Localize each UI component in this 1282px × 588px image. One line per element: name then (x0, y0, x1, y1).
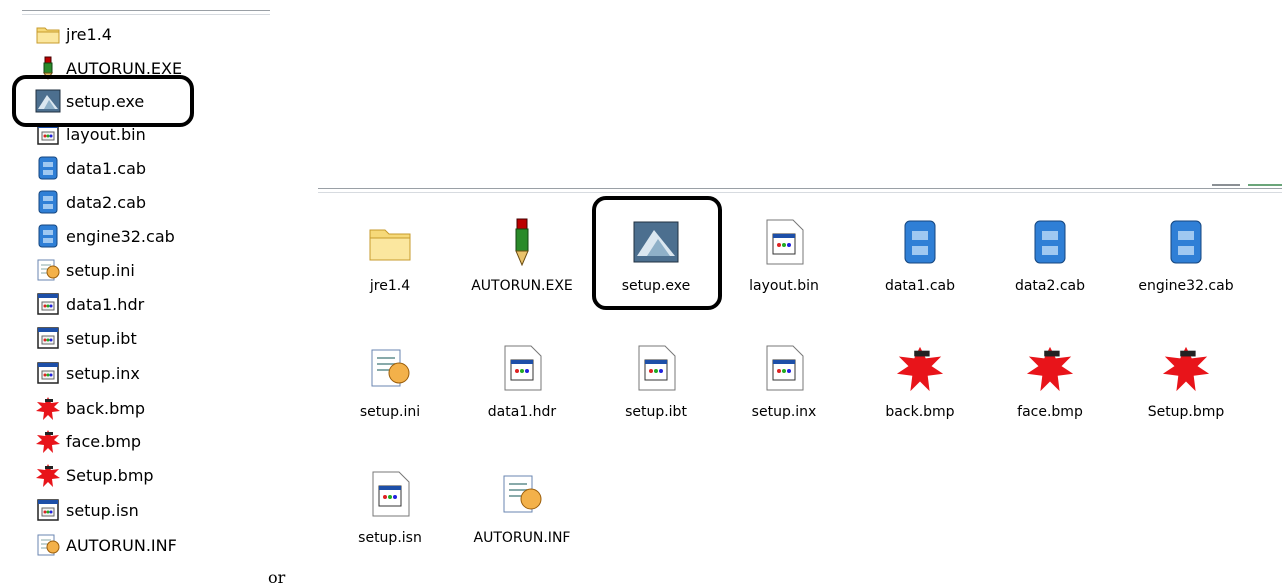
list-item-label: setup.isn (66, 500, 139, 520)
icon-item-label: layout.bin (749, 278, 819, 294)
icon-item-face-bmp[interactable]: face.bmp (990, 332, 1110, 442)
list-item-label: data1.hdr (66, 294, 145, 314)
icon-item-label: data2.cab (1014, 278, 1086, 294)
icon-item-setup-inx[interactable]: setup.inx (724, 332, 844, 442)
list-item-label: setup.ini (66, 260, 135, 280)
icon-item-label: engine32.cab (1138, 278, 1234, 294)
generic-file-icon (34, 497, 62, 523)
icon-item-label: data1.hdr (487, 404, 557, 420)
list-item-label: jre1.4 (66, 24, 112, 44)
icon-item-label: AUTORUN.EXE (471, 278, 573, 294)
autorun-exe-icon (497, 216, 547, 268)
cabinet-file-icon (1025, 216, 1075, 268)
list-item-label: setup.ibt (66, 328, 137, 348)
setup-exe-highlight-right (592, 196, 722, 310)
list-item-face-bmp[interactable]: face.bmp (34, 426, 141, 456)
list-item-back-bmp[interactable]: back.bmp (34, 393, 145, 423)
icon-item-data1-hdr[interactable]: data1.hdr (462, 332, 582, 442)
icon-item-data2-cab[interactable]: data2.cab (990, 206, 1110, 316)
generic-file-icon (34, 360, 62, 386)
icon-item-setup-bmp[interactable]: Setup.bmp (1126, 332, 1246, 442)
folder-icon (34, 21, 62, 47)
icon-item-jre14[interactable]: jre1.4 (330, 206, 450, 316)
icon-item-back-bmp[interactable]: back.bmp (860, 332, 980, 442)
list-item-label: Setup.bmp (66, 465, 154, 485)
icon-item-setup-ibt[interactable]: setup.ibt (596, 332, 716, 442)
icon-item-label: setup.isn (358, 530, 422, 546)
bitmap-paint-icon (34, 428, 62, 454)
list-item-setup-inx[interactable]: setup.inx (34, 358, 140, 388)
generic-file-icon (631, 342, 681, 394)
list-item-setup-bmp[interactable]: Setup.bmp (34, 460, 154, 490)
top-divider (22, 10, 270, 15)
list-item-label: setup.inx (66, 363, 140, 383)
list-item-setup-ibt[interactable]: setup.ibt (34, 323, 137, 353)
ini-settings-icon (34, 257, 62, 283)
list-item-jre14[interactable]: jre1.4 (34, 19, 112, 49)
icon-item-setup-ini[interactable]: setup.ini (330, 332, 450, 442)
setup-exe-highlight-left (12, 75, 194, 127)
icon-item-autorun-exe[interactable]: AUTORUN.EXE (462, 206, 582, 316)
list-item-data2-cab[interactable]: data2.cab (34, 187, 146, 217)
list-item-label: back.bmp (66, 398, 146, 418)
icon-item-label: data1.cab (884, 278, 956, 294)
list-item-data1-hdr[interactable]: data1.hdr (34, 289, 144, 319)
list-item-label: AUTORUN.INF (66, 535, 177, 555)
list-item-setup-ini[interactable]: setup.ini (34, 255, 135, 285)
icon-item-label: Setup.bmp (1147, 404, 1225, 420)
generic-file-icon (34, 325, 62, 351)
cabinet-file-icon (34, 155, 62, 181)
icon-item-engine32-cab[interactable]: engine32.cab (1126, 206, 1246, 316)
icon-item-label: setup.ibt (625, 404, 687, 420)
bitmap-paint-icon (895, 342, 945, 394)
cabinet-file-icon (34, 223, 62, 249)
cabinet-file-icon (895, 216, 945, 268)
ini-settings-icon (365, 342, 415, 394)
cabinet-file-icon (34, 189, 62, 215)
list-item-label: engine32.cab (66, 226, 175, 246)
list-item-label: data2.cab (66, 192, 147, 212)
separator-text: or (268, 568, 286, 587)
icon-item-label: AUTORUN.INF (473, 530, 571, 546)
generic-file-icon (365, 468, 415, 520)
icon-item-autorun-inf[interactable]: AUTORUN.INF (462, 458, 582, 568)
icon-item-setup-isn[interactable]: setup.isn (330, 458, 450, 568)
list-item-label: layout.bin (66, 124, 146, 144)
folder-icon (365, 216, 415, 268)
bitmap-paint-icon (34, 395, 62, 421)
ini-settings-icon (497, 468, 547, 520)
icon-item-label: face.bmp (1017, 404, 1083, 420)
list-item-label: face.bmp (66, 431, 142, 451)
window-edge-fragment (1212, 184, 1282, 186)
generic-file-icon (34, 291, 62, 317)
icon-view-divider (318, 188, 1282, 193)
list-item-label: data1.cab (66, 158, 147, 178)
cabinet-file-icon (1161, 216, 1211, 268)
ini-settings-icon (34, 532, 62, 558)
list-item-engine32-cab[interactable]: engine32.cab (34, 221, 175, 251)
generic-file-icon (759, 342, 809, 394)
icon-item-label: setup.inx (751, 404, 817, 420)
icon-item-data1-cab[interactable]: data1.cab (860, 206, 980, 316)
bitmap-paint-icon (1161, 342, 1211, 394)
generic-file-icon (497, 342, 547, 394)
icon-item-label: jre1.4 (369, 278, 411, 294)
list-item-autorun-inf[interactable]: AUTORUN.INF (34, 530, 177, 560)
list-item-setup-isn[interactable]: setup.isn (34, 495, 139, 525)
bitmap-paint-icon (34, 462, 62, 488)
bitmap-paint-icon (1025, 342, 1075, 394)
list-item-data1-cab[interactable]: data1.cab (34, 153, 146, 183)
generic-file-icon (759, 216, 809, 268)
icon-item-layout-bin[interactable]: layout.bin (724, 206, 844, 316)
icon-item-label: setup.ini (359, 404, 421, 420)
icon-item-label: back.bmp (885, 404, 955, 420)
